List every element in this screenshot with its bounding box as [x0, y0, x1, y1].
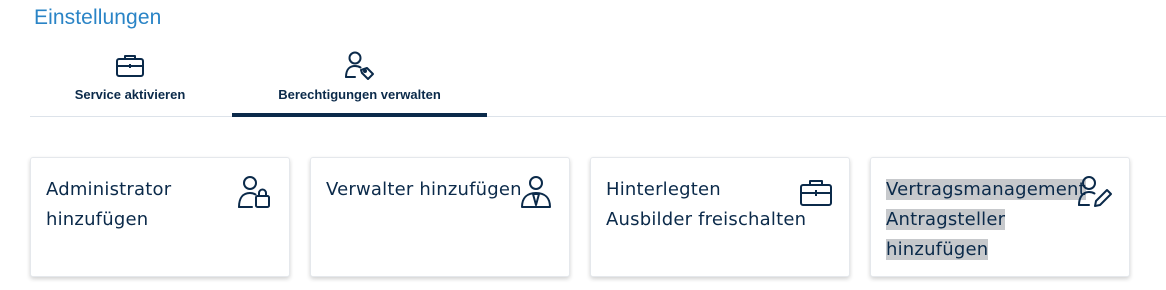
tab-service-aktivieren[interactable]: Service aktivieren	[30, 46, 230, 115]
card-vertragsmanagement-antragsteller[interactable]: Vertragsmanagement Antragsteller hinzufü…	[870, 157, 1130, 277]
card-verwalter-hinzufuegen[interactable]: Verwalter hinzufügen	[310, 157, 570, 277]
tab-label: Service aktivieren	[74, 87, 186, 102]
highlighted-text: Antragsteller	[886, 209, 1006, 230]
card-label: Vertragsmanagement Antragsteller hinzufü…	[886, 175, 1086, 265]
briefcase-icon	[799, 178, 833, 213]
user-edit-icon	[1077, 175, 1113, 214]
card-label-line: Hinterlegten	[606, 179, 721, 200]
user-lock-icon	[237, 175, 273, 214]
card-label-line: Vertragsmanagement	[886, 175, 1086, 205]
user-tag-icon	[343, 50, 377, 82]
user-tie-icon	[519, 175, 553, 214]
card-label-line: Verwalter hinzufügen	[326, 179, 522, 200]
highlighted-text: hinzufügen	[886, 239, 989, 260]
card-label: Administrator hinzufügen	[46, 175, 226, 235]
page-title: Einstellungen	[34, 6, 162, 29]
card-label: Verwalter hinzufügen	[326, 175, 526, 205]
card-label-line: hinzufügen	[886, 235, 1086, 265]
card-ausbilder-freischalten[interactable]: Hinterlegten Ausbilder freischalten	[590, 157, 850, 277]
highlighted-text: Vertragsmanagement	[886, 179, 1086, 200]
tab-bar: Service aktivieren Berechtigungen verwal…	[30, 46, 1166, 117]
card-label: Hinterlegten Ausbilder freischalten	[606, 175, 816, 235]
card-label-line: Ausbilder freischalten	[606, 209, 807, 230]
tab-berechtigungen-verwalten[interactable]: Berechtigungen verwalten	[232, 46, 487, 117]
briefcase-icon	[115, 50, 145, 82]
tab-label: Berechtigungen verwalten	[278, 87, 441, 102]
card-label-line: Antragsteller	[886, 205, 1086, 235]
card-administrator-hinzufuegen[interactable]: Administrator hinzufügen	[30, 157, 290, 277]
card-label-line: hinzufügen	[46, 209, 149, 230]
card-label-line: Administrator	[46, 179, 172, 200]
